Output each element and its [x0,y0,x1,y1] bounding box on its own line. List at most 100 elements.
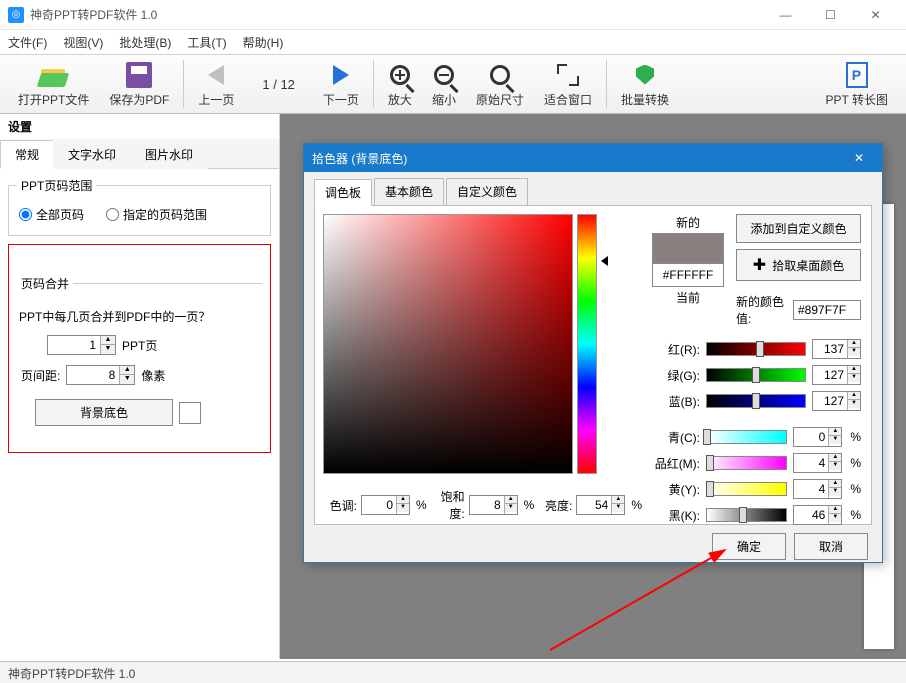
color-compare: 新的 #FFFFFF 当前 添加到自定义颜色 ✚ 拾取桌面颜色 新的颜色值: [650,214,861,327]
hue-slider[interactable] [577,214,597,474]
dialog-title: 拾色器 (背景底色) [312,150,844,167]
background-color-swatch[interactable] [179,402,201,424]
yellow-input[interactable]: ▲▼ [793,479,842,499]
tab-general[interactable]: 常规 [0,140,54,169]
radio-all-pages[interactable]: 全部页码 [19,206,84,223]
new-value-input[interactable] [793,300,861,320]
green-slider[interactable] [706,368,806,382]
ppt-to-long-image-button[interactable]: PPT 转长图 [816,56,898,112]
highlighted-merge-section: 页码合并 PPT中每几页合并到PDF中的一页？ ▲▼ PPT页 页间距: [8,244,271,453]
new-color-preview [652,233,724,263]
zoom-original-button[interactable]: 原始尺寸 [466,56,534,112]
blue-slider[interactable] [706,394,806,408]
spin-up-icon[interactable]: ▲ [101,336,115,345]
tab-image-watermark[interactable]: 图片水印 [130,140,208,169]
hue-indicator-icon [601,256,608,266]
radio-specified-pages[interactable]: 指定的页码范围 [106,206,207,223]
color-picker-dialog: 拾色器 (背景底色) ✕ 调色板 基本颜色 自定义颜色 色调: ▲▼ % 饱和度… [303,143,883,563]
page-gap-input[interactable] [67,366,119,384]
settings-panel: 设置 常规 文字水印 图片水印 PPT页码范围 全部页码 指定的页码范围 页码合… [0,114,280,659]
open-file-button[interactable]: 打开PPT文件 [8,56,99,112]
saturation-value-picker[interactable] [323,214,573,474]
val-input[interactable]: ▲▼ [576,495,625,515]
dialog-footer: 确定 取消 [314,525,872,560]
tab-basic-colors[interactable]: 基本颜色 [374,178,444,205]
pick-screen-color-button[interactable]: ✚ 拾取桌面颜色 [736,249,861,281]
zoom-in-icon [390,65,410,85]
status-bar: 神奇PPT转PDF软件 1.0 [0,661,906,683]
dialog-close-button[interactable]: ✕ [844,147,874,169]
add-to-custom-button[interactable]: 添加到自定义颜色 [736,214,861,243]
gap-unit-label: 像素 [141,367,165,384]
rgb-cmyk-sliders: 红(R): ▲▼ 绿(G): ▲▼ 蓝(B): ▲▼ [650,339,861,525]
tab-custom-colors[interactable]: 自定义颜色 [446,178,528,205]
ok-button[interactable]: 确定 [712,533,786,560]
blue-input[interactable]: ▲▼ [812,391,861,411]
zoom-out-icon [434,65,454,85]
spin-down-icon[interactable]: ▼ [101,345,115,354]
right-column: 新的 #FFFFFF 当前 添加到自定义颜色 ✚ 拾取桌面颜色 新的颜色值: [650,214,863,516]
zoom-original-icon [490,65,510,85]
sat-label: 饱和度: [431,488,465,522]
k-label: 黑(K): [650,507,700,524]
current-color-label: 当前 [676,289,700,306]
dialog-content: 色调: ▲▼ % 饱和度: ▲▼ % 亮度: ▲▼ % 新的 # [314,205,872,525]
menu-bar: 文件(F) 视图(V) 批处理(B) 工具(T) 帮助(H) [0,30,906,54]
red-input[interactable]: ▲▼ [812,339,861,359]
b-label: 蓝(B): [650,393,700,410]
arrow-right-icon [333,65,349,85]
tab-text-watermark[interactable]: 文字水印 [53,140,131,169]
black-slider[interactable] [706,508,787,522]
pages-per-pdf-input[interactable] [48,336,100,354]
menu-tools[interactable]: 工具(T) [187,34,226,51]
pages-per-pdf-spinner[interactable]: ▲▼ [47,335,116,355]
c-label: 青(C): [650,429,700,446]
next-page-button[interactable]: 下一页 [313,56,369,112]
magenta-slider[interactable] [706,456,787,470]
minimize-button[interactable]: — [763,0,808,29]
menu-help[interactable]: 帮助(H) [243,34,284,51]
separator [183,60,184,108]
magenta-input[interactable]: ▲▼ [793,453,842,473]
long-image-icon [846,62,868,88]
tab-palette[interactable]: 调色板 [314,179,372,206]
window-controls: — ☐ ✕ [763,0,898,29]
batch-convert-button[interactable]: 批量转换 [611,56,679,112]
app-icon: ◎ [8,7,24,23]
cancel-button[interactable]: 取消 [794,533,868,560]
prev-page-button[interactable]: 上一页 [188,56,244,112]
black-input[interactable]: ▲▼ [793,505,842,525]
fit-window-button[interactable]: 适合窗口 [534,56,602,112]
zoom-in-button[interactable]: 放大 [378,56,422,112]
r-label: 红(R): [650,341,700,358]
hue-label: 色调: [323,497,357,514]
yellow-slider[interactable] [706,482,787,496]
spin-down-icon[interactable]: ▼ [120,375,134,384]
y-label: 黄(Y): [650,481,700,498]
picker-column: 色调: ▲▼ % 饱和度: ▲▼ % 亮度: ▲▼ % [323,214,642,516]
maximize-button[interactable]: ☐ [808,0,853,29]
spin-up-icon[interactable]: ▲ [120,366,134,375]
pages-unit-label: PPT页 [122,337,157,354]
sat-input[interactable]: ▲▼ [469,495,518,515]
green-input[interactable]: ▲▼ [812,365,861,385]
status-text: 神奇PPT转PDF软件 1.0 [8,667,135,681]
menu-file[interactable]: 文件(F) [8,34,47,51]
hue-input[interactable]: ▲▼ [361,495,410,515]
settings-body: PPT页码范围 全部页码 指定的页码范围 页码合并 PPT中每几页合并到PDF中… [0,169,279,659]
arrow-left-icon [208,65,224,85]
dialog-title-bar[interactable]: 拾色器 (背景底色) ✕ [304,144,882,172]
menu-batch[interactable]: 批处理(B) [119,34,171,51]
settings-header: 设置 [0,114,279,139]
zoom-out-button[interactable]: 缩小 [422,56,466,112]
menu-view[interactable]: 视图(V) [63,34,103,51]
save-pdf-button[interactable]: 保存为PDF [99,56,179,112]
cyan-slider[interactable] [706,430,787,444]
page-range-legend: PPT页码范围 [17,177,96,194]
close-button[interactable]: ✕ [853,0,898,29]
red-slider[interactable] [706,342,806,356]
save-icon [126,62,152,88]
cyan-input[interactable]: ▲▼ [793,427,842,447]
page-gap-spinner[interactable]: ▲▼ [66,365,135,385]
background-color-button[interactable]: 背景底色 [35,399,173,426]
